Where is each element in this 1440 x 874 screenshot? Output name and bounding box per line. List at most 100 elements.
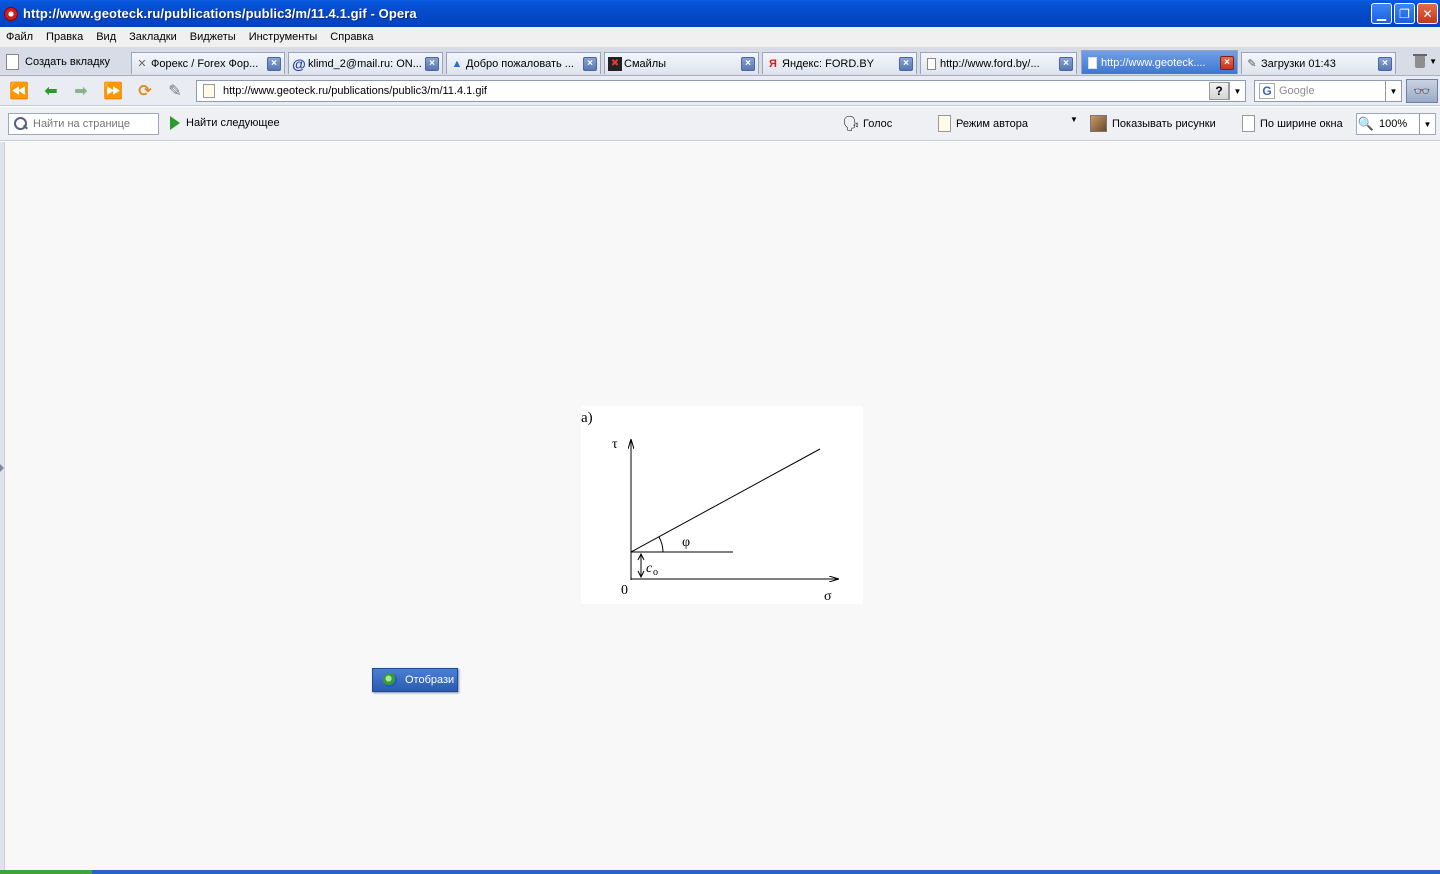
find-next-label: Найти следующее [186,117,280,129]
page-icon [924,57,938,71]
image-icon [1090,115,1107,132]
strength-line [630,448,821,553]
menu-help[interactable]: Справка [330,31,373,43]
reload-button[interactable]: ⟳ [134,81,156,101]
find-next-button[interactable]: Найти следующее [170,116,280,130]
page-icon [1085,56,1099,70]
tab-yandex[interactable]: Я Яндекс: FORD.BY × [762,52,917,74]
download-icon: ✎ [1247,58,1257,70]
zoom-dropdown-icon[interactable]: ▼ [1419,114,1435,134]
tab-close-icon[interactable]: × [1220,55,1234,70]
tab-close-icon[interactable]: × [741,56,755,71]
close-button[interactable]: ✕ [1417,3,1438,24]
tab-label: klimd_2@mail.ru: ON... [308,57,422,70]
tab-bar: Создать вкладку ✕ Форекс / Forex Фор... … [0,47,1440,76]
find-input[interactable] [33,118,153,130]
origin-label: 0 [621,583,628,598]
tab-ford[interactable]: http://www.ford.by/... × [920,52,1077,74]
progress-indicator [0,870,92,874]
tab-geoteck[interactable]: http://www.geoteck.... × [1081,50,1238,74]
tab-label: Форекс / Forex Фор... [151,57,259,70]
tab-close-icon[interactable]: × [899,56,913,71]
glasses-icon[interactable]: 👓 [1406,79,1438,103]
pencil-icon: ✎ [168,83,182,100]
tab-mail[interactable]: @ klimd_2@mail.ru: ON... × [288,52,443,74]
window-controls: ▁ ❐ ✕ [1371,3,1438,24]
chevron-down-icon[interactable]: ▼ [1429,57,1437,66]
restore-button[interactable]: ❐ [1394,3,1415,24]
fast-forward-icon: ⏩ [103,83,123,100]
fit-width-button[interactable]: По ширине окна [1242,115,1343,132]
show-button[interactable]: Отобрази [372,668,458,692]
show-images-label: Показывать рисунки [1112,117,1216,130]
cohesion-label: c [646,561,653,576]
search-dropdown-icon[interactable]: ▼ [1385,81,1401,101]
help-button[interactable]: ? [1209,82,1229,100]
show-button-label: Отобрази [405,674,455,686]
menu-bookmarks[interactable]: Закладки [129,31,177,43]
menu-file[interactable]: Файл [6,31,33,43]
forward-arrow-icon: ➡ [74,83,88,100]
fast-forward-button[interactable]: ⏩ [102,81,124,101]
tab-downloads[interactable]: ✎ Загрузки 01:43 × [1241,52,1396,74]
tab-close-icon[interactable]: × [425,56,439,71]
back-arrow-icon: ⬅ [44,83,58,100]
author-mode-button[interactable]: Режим автора [938,115,1028,132]
diagram-image: a) τ φ c o 0 σ [581,406,863,604]
tab-label: http://www.ford.by/... [940,57,1040,70]
tab-label: Яндекс: FORD.BY [782,57,874,70]
tab-close-icon[interactable]: × [1059,56,1073,71]
globe-icon [383,673,397,687]
tab-label: http://www.geoteck.... [1101,56,1206,69]
menu-edit[interactable]: Правка [46,31,83,43]
fit-width-label: По ширине окна [1260,117,1343,130]
tab-welcome[interactable]: ▲ Добро пожаловать ... × [446,52,601,74]
tab-smiles[interactable]: ✖ Смайлы × [604,52,759,74]
voice-icon: 🗣 [842,115,860,131]
new-tab-button[interactable]: Создать вкладку [6,51,110,73]
find-bar: Найти следующее 🗣 Голос Режим автора ▼ П… [0,107,1440,141]
tab-label: Добро пожаловать ... [466,57,574,70]
document-icon [938,115,951,132]
tab-close-icon[interactable]: × [1378,56,1392,71]
y-axis-label: τ [612,437,618,452]
rewind-button[interactable]: ⏪ [8,81,30,101]
fit-width-icon [1242,115,1255,132]
status-bar [0,870,1440,874]
zoom-select[interactable]: 🔍 100% ▼ [1356,113,1436,135]
window-title: http://www.geoteck.ru/publications/publi… [23,6,417,21]
tab-close-icon[interactable]: × [267,56,281,71]
voice-button[interactable]: 🗣 Голос [842,115,892,133]
search-box[interactable]: G Google ▼ [1254,80,1402,102]
address-url[interactable]: http://www.geoteck.ru/publications/publi… [223,85,1209,97]
address-bar[interactable]: http://www.geoteck.ru/publications/publi… [196,80,1246,102]
play-icon [170,116,180,130]
restore-icon: ❐ [1399,6,1410,21]
title-bar: http://www.geoteck.ru/publications/publi… [0,0,1440,27]
address-dropdown-icon[interactable]: ▼ [1229,82,1245,100]
search-input[interactable]: Google [1279,85,1385,97]
google-icon[interactable]: G [1259,83,1275,99]
triangle-icon: ▲ [451,57,463,70]
tab-forex[interactable]: ✕ Форекс / Forex Фор... × [131,52,285,74]
forward-button[interactable]: ➡ [70,81,92,101]
minimize-icon: ▁ [1376,6,1387,21]
tab-label: Загрузки 01:43 [1261,57,1336,70]
menu-widgets[interactable]: Виджеты [190,31,236,43]
edit-button[interactable]: ✎ [164,81,186,101]
back-button[interactable]: ⬅ [40,81,62,101]
opera-logo-icon [4,6,18,21]
minimize-button[interactable]: ▁ [1371,3,1392,24]
show-images-button[interactable]: Показывать рисунки [1090,115,1216,132]
navigation-bar: ⏪ ⬅ ➡ ⏩ ⟳ ✎ http://www.geoteck.ru/public… [0,76,1440,106]
author-mode-dropdown[interactable]: ▼ [1070,115,1078,124]
tab-close-icon[interactable]: × [583,56,597,71]
new-page-icon [6,54,19,70]
zoom-icon: 🔍 [1357,116,1375,131]
mail-at-icon: @ [292,55,306,72]
trash-icon[interactable] [1412,53,1428,69]
find-input-box[interactable] [8,113,159,135]
menu-view[interactable]: Вид [96,31,116,43]
menu-tools[interactable]: Инструменты [249,31,318,43]
x-axis-label: σ [824,589,832,604]
